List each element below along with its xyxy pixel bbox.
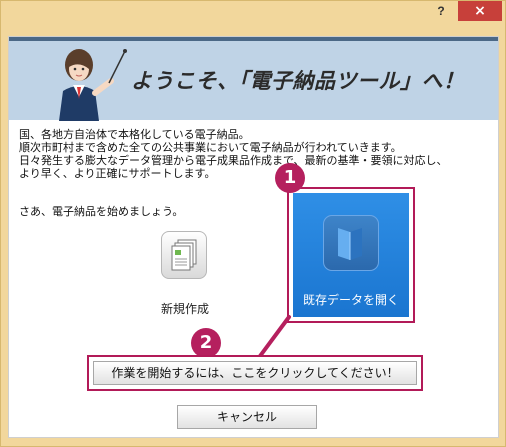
start-work-button-frame: 作業を開始するには、ここをクリックしてください！: [87, 355, 423, 391]
open-existing-button[interactable]: 既存データを開く: [293, 193, 409, 317]
start-prompt: さあ、電子納品を始めましょう。: [19, 205, 184, 218]
welcome-title: ようこそ、「電子納品ツール」へ！: [131, 69, 465, 93]
intro-text: 国、各地方自治体で本格化している電子納品。 順次市町村まで含めた全ての公共事業に…: [19, 128, 448, 180]
dialog-content: ようこそ、「電子納品ツール」へ！ 国、各地方自治体で本格化している電子納品。 順…: [8, 36, 499, 438]
new-documents-icon: [161, 231, 207, 279]
title-bar: ? ×: [1, 1, 505, 29]
step-badge-1: 1: [275, 163, 305, 193]
dialog-window: ? × ようこそ、「電子納品ツール」へ！ 国、各地方自治体で本格化している電子納…: [0, 0, 506, 447]
start-work-button[interactable]: 作業を開始するには、ここをクリックしてください！: [93, 361, 417, 385]
help-button[interactable]: ?: [426, 1, 456, 21]
cancel-button[interactable]: キャンセル: [177, 405, 317, 429]
new-project-label: 新規作成: [160, 302, 209, 316]
step-badge-2: 2: [191, 328, 221, 358]
open-existing-label: 既存データを開く: [302, 293, 399, 307]
close-button[interactable]: ×: [458, 1, 502, 21]
presenter-woman-icon: [59, 49, 127, 121]
new-project-button[interactable]: 新規作成: [137, 223, 233, 333]
open-folder-icon: [323, 215, 379, 271]
welcome-banner: ようこそ、「電子納品ツール」へ！: [9, 37, 498, 121]
